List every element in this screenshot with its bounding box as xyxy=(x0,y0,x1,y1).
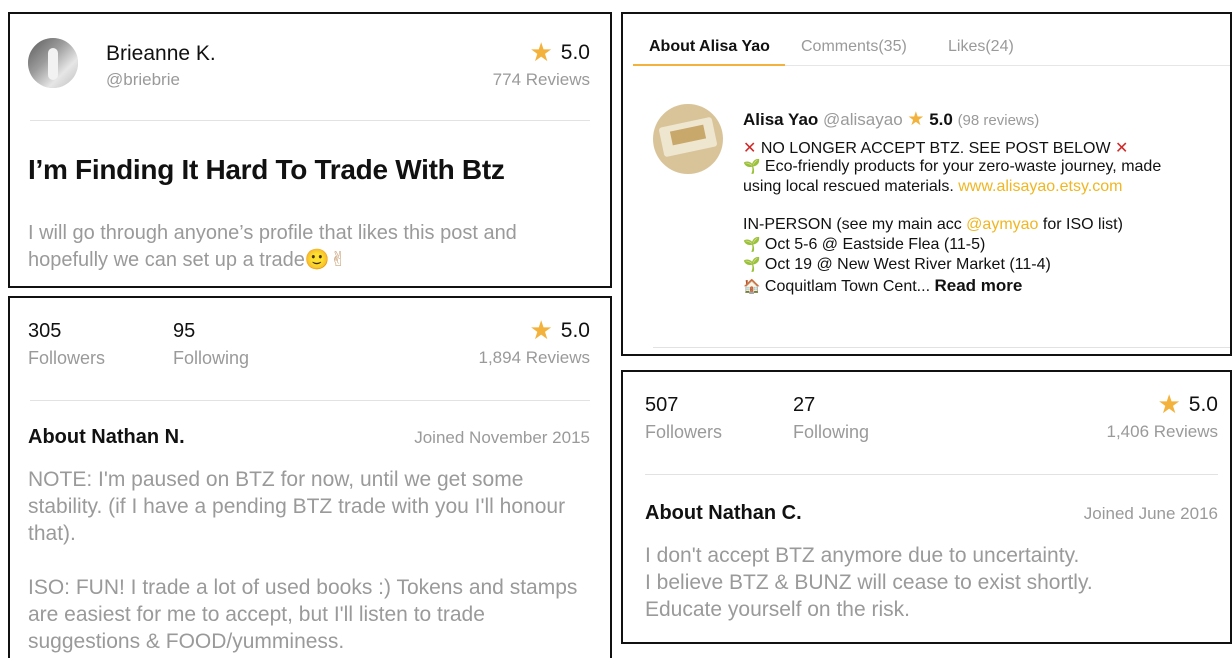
joined-date: Joined June 2016 xyxy=(1083,504,1218,523)
active-tab-indicator xyxy=(633,64,785,66)
reviews-count[interactable]: 774 Reviews xyxy=(493,70,590,90)
divider xyxy=(30,120,590,121)
seedling-icon: 🌱 xyxy=(743,237,761,253)
rating: ★ 5.0 xyxy=(529,318,590,344)
divider xyxy=(645,474,1218,475)
reviews-count[interactable]: 1,894 Reviews xyxy=(478,348,590,368)
victory-hand-emoji-icon: ✌ xyxy=(329,247,347,271)
divider xyxy=(653,347,1230,348)
bio-in-person: IN-PERSON (see my main acc @aymyao for I… xyxy=(743,216,1123,234)
star-icon: ★ xyxy=(1157,390,1181,420)
main-account-link[interactable]: @aymyao xyxy=(966,216,1038,233)
tab-about[interactable]: About Alisa Yao xyxy=(649,38,770,56)
following-count[interactable]: 27 xyxy=(793,394,815,417)
post-title: I’m Finding It Hard To Trade With Btz xyxy=(28,154,505,185)
avatar[interactable] xyxy=(28,38,78,88)
event-item: 🏠 Coquitlam Town Cent... Read more xyxy=(743,276,1022,296)
followers-count[interactable]: 507 xyxy=(645,394,678,417)
divider xyxy=(30,400,590,401)
post-body: I will go through anyone’s profile that … xyxy=(28,220,598,273)
star-icon: ★ xyxy=(529,316,553,346)
tab-comments[interactable]: Comments(35) xyxy=(801,38,907,56)
following-label[interactable]: Following xyxy=(793,422,869,443)
read-more-link[interactable]: Read more xyxy=(934,276,1022,295)
seedling-icon: 🌱 xyxy=(743,159,761,175)
notice-text: NO LONGER ACCEPT BTZ. SEE POST BELOW xyxy=(760,140,1111,157)
about-line: I believe BTZ & BUNZ will cease to exist… xyxy=(645,571,1093,594)
about-note: NOTE: I'm paused on BTZ for now, until w… xyxy=(28,468,566,545)
red-x-icon: ✕ xyxy=(1115,138,1129,157)
about-line: I don't accept BTZ anymore due to uncert… xyxy=(645,544,1080,567)
following-count[interactable]: 95 xyxy=(173,320,195,343)
in-person-prefix: IN-PERSON (see my main acc xyxy=(743,216,962,233)
joined-date: Joined November 2015 xyxy=(414,428,590,447)
reviews-count[interactable]: (98 reviews) xyxy=(958,112,1040,129)
reviews-count[interactable]: 1,406 Reviews xyxy=(1106,422,1218,442)
star-icon: ★ xyxy=(529,38,553,68)
rating-value: 5.0 xyxy=(560,319,590,342)
event-text: Oct 5-6 @ Eastside Flea (11-5) xyxy=(764,236,986,253)
shop-link[interactable]: www.alisayao.etsy.com xyxy=(958,178,1122,195)
eco-text-1: Eco-friendly products for your zero-wast… xyxy=(764,158,1162,175)
seedling-icon: 🌱 xyxy=(743,257,761,273)
profile-card-nathan-n: 305 Followers 95 Following ★ 5.0 1,894 R… xyxy=(8,296,612,658)
user-name[interactable]: Brieanne K. xyxy=(106,42,216,66)
profile-name: Alisa Yao xyxy=(743,110,819,129)
bio-notice: ✕ NO LONGER ACCEPT BTZ. SEE POST BELOW ✕ xyxy=(743,138,1128,158)
followers-label[interactable]: Followers xyxy=(28,348,105,369)
eco-text-2: using local rescued materials. xyxy=(743,178,954,195)
house-icon: 🏠 xyxy=(743,279,761,295)
rating: ★ 5.0 xyxy=(1157,392,1218,418)
user-handle[interactable]: @briebrie xyxy=(106,70,180,90)
rating-value: 5.0 xyxy=(1188,393,1218,416)
rating-value: 5.0 xyxy=(929,110,953,129)
about-title: About Nathan N. xyxy=(28,426,185,448)
rating: ★ 5.0 xyxy=(529,40,590,66)
in-person-suffix: for ISO list) xyxy=(1042,216,1123,233)
profile-card-nathan-c: 507 Followers 27 Following ★ 5.0 1,406 R… xyxy=(621,370,1232,644)
event-item: 🌱 Oct 5-6 @ Eastside Flea (11-5) xyxy=(743,236,985,254)
tab-likes[interactable]: Likes(24) xyxy=(948,38,1014,56)
rating-value: 5.0 xyxy=(560,41,590,64)
profile-card-alisa: About Alisa Yao Comments(35) Likes(24) A… xyxy=(621,12,1232,356)
bio-eco-line-1: 🌱 Eco-friendly products for your zero-wa… xyxy=(743,158,1161,176)
about-iso: ISO: FUN! I trade a lot of used books :)… xyxy=(28,576,578,653)
event-text: Oct 19 @ New West River Market (11-4) xyxy=(764,256,1051,273)
profile-header: Alisa Yao @alisayao ★ 5.0 (98 reviews) xyxy=(743,110,1039,130)
about-line: Educate yourself on the risk. xyxy=(645,598,910,621)
profile-handle: @alisayao xyxy=(823,110,903,129)
about-title: About Nathan C. xyxy=(645,502,802,524)
bio-eco-line-2: using local rescued materials. www.alisa… xyxy=(743,178,1122,196)
smiley-emoji-icon: 🙂 xyxy=(304,247,330,271)
star-icon: ★ xyxy=(907,108,925,130)
event-item: 🌱 Oct 19 @ New West River Market (11-4) xyxy=(743,256,1051,274)
post-body-text: I will go through anyone’s profile that … xyxy=(28,222,517,271)
post-card: Brieanne K. @briebrie ★ 5.0 774 Reviews … xyxy=(8,12,612,288)
event-text: Coquitlam Town Cent... xyxy=(764,278,931,295)
followers-label[interactable]: Followers xyxy=(645,422,722,443)
following-label[interactable]: Following xyxy=(173,348,249,369)
red-x-icon: ✕ xyxy=(743,138,757,157)
avatar[interactable] xyxy=(653,104,723,174)
followers-count[interactable]: 305 xyxy=(28,320,61,343)
